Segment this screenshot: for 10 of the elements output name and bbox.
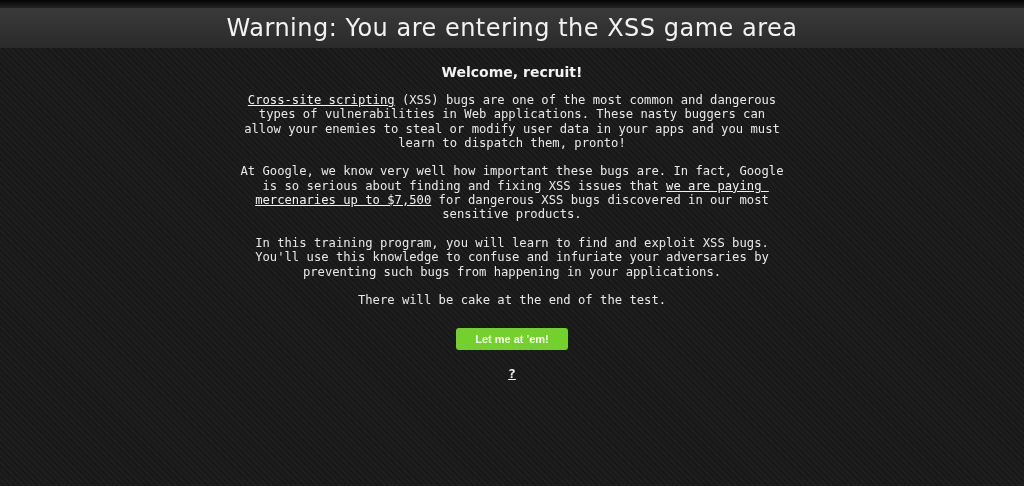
text-link[interactable]: we are paying [666,178,769,193]
page-title: Warning: You are entering the XSS game area [226,14,798,42]
text-link[interactable]: Cross-site scripting [247,93,395,107]
help-link[interactable]: ? [508,365,516,381]
welcome-heading: Welcome, recruit! [441,64,583,80]
intro-paragraph: In this training program, you will learn to find and exploit XSS bugs. You'll use this knowledge to confuse and infuriate your adversaries by preventing such bugs from happening in your applications. [254,235,770,279]
intro-paragraph: Cross-site scripting (XSS) bugs are one of the most common and dangerous types of vulnerabilities in Web applications. These nasty buggers can allow your enemies to steal or modify user data in your apps and you must learn to dispatch them, pronto! [243,93,781,151]
text-link[interactable]: mercenaries up to $7,500 [255,193,432,208]
intro-paragraph: At Google, we know very well how important these bugs are. In fact, Google is so serious about finding and fixing XSS issues that we are paying mercenaries up to $7,500 for dangerous XSS bugs discovered in our most sensitive products. [239,164,785,222]
intro-paragraph: There will be cake at the end of the test. [356,293,668,308]
